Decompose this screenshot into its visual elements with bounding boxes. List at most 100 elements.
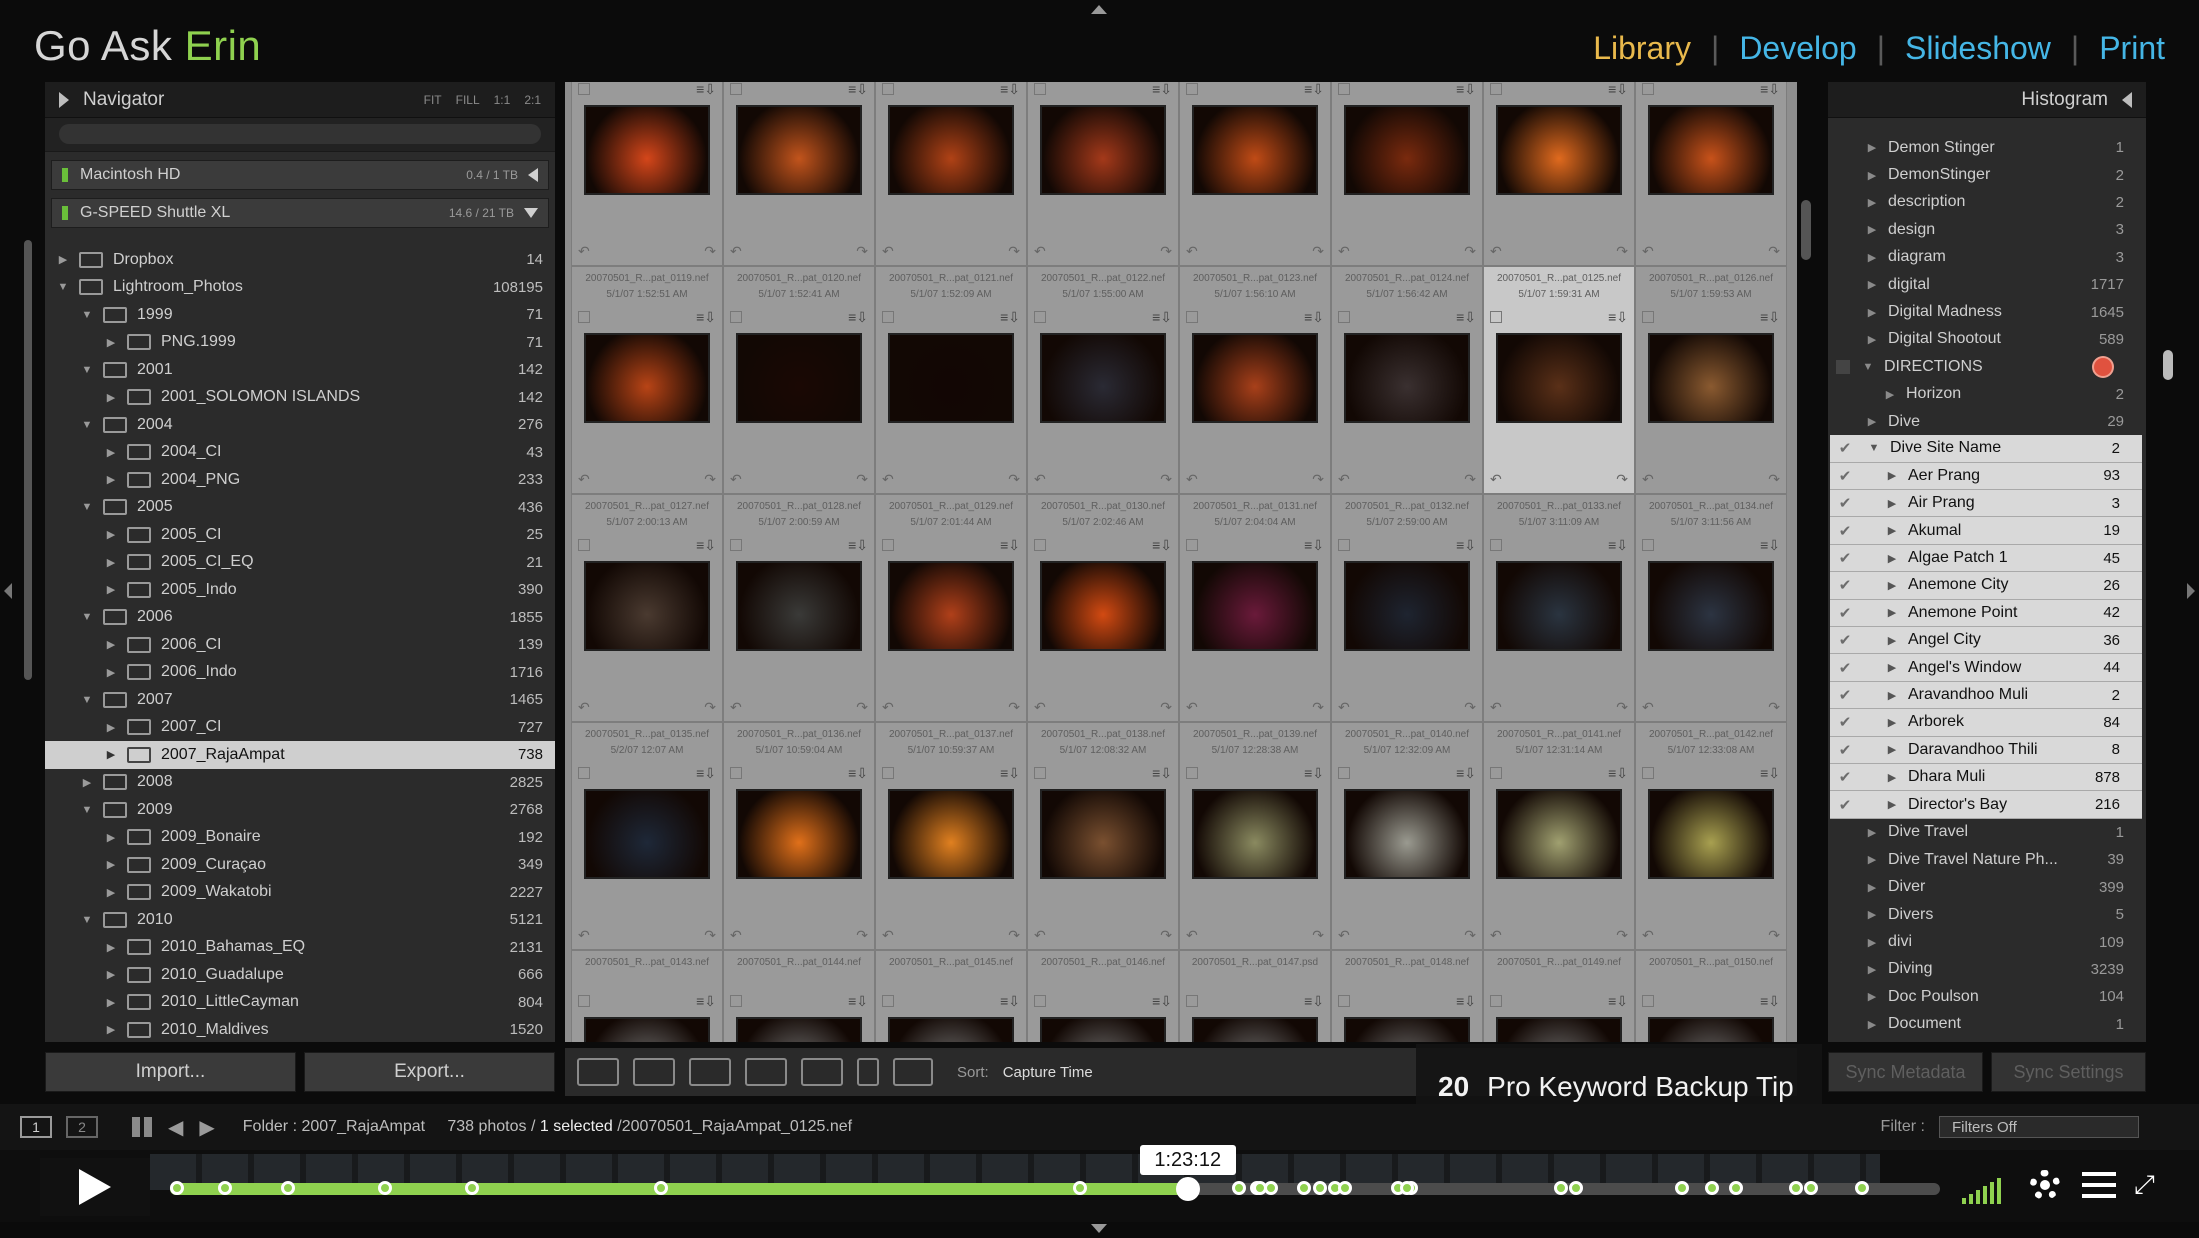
- rotate-right-icon[interactable]: ↷: [1616, 927, 1628, 943]
- photo-thumbnail[interactable]: [1496, 333, 1622, 423]
- photo-thumbnail[interactable]: [1648, 561, 1774, 651]
- flag-icon[interactable]: [1338, 767, 1350, 779]
- checkmark-icon[interactable]: ✔: [1834, 741, 1856, 759]
- module-develop[interactable]: Develop: [1739, 30, 1856, 67]
- chapter-marker[interactable]: [1569, 1181, 1584, 1195]
- keyword-row[interactable]: ▶ Diving 3239: [1828, 956, 2146, 983]
- folder-row[interactable]: ▼ 2010 5121: [45, 906, 555, 934]
- photo-thumbnail[interactable]: [1040, 1017, 1166, 1042]
- photo-thumbnail[interactable]: [1192, 789, 1318, 879]
- flag-icon[interactable]: [1490, 539, 1502, 551]
- flag-icon[interactable]: [1338, 311, 1350, 323]
- flag-icon[interactable]: [578, 539, 590, 551]
- keyword-row[interactable]: ▶ Doc Poulson 104: [1828, 983, 2146, 1010]
- photo-thumbnail[interactable]: [1648, 1017, 1774, 1042]
- metadata-badge-icon[interactable]: ≡⇩: [1152, 82, 1172, 98]
- metadata-badge-icon[interactable]: ≡⇩: [1760, 993, 1780, 1010]
- metadata-badge-icon[interactable]: ≡⇩: [1304, 309, 1324, 326]
- rotate-left-icon[interactable]: ↶: [730, 243, 742, 259]
- expand-icon[interactable]: ▶: [1864, 278, 1880, 291]
- expand-icon[interactable]: ▶: [55, 253, 71, 266]
- grid-view-icon[interactable]: [577, 1058, 619, 1086]
- checkmark-icon[interactable]: ✔: [1834, 631, 1856, 649]
- forward-arrow-icon[interactable]: ▶: [199, 1115, 214, 1140]
- expand-icon[interactable]: ▶: [1864, 141, 1880, 154]
- keyword-row[interactable]: ▶ DemonStinger 2: [1828, 161, 2146, 188]
- keyword-row[interactable]: ▶ Digital Shootout 589: [1828, 326, 2146, 353]
- flag-icon[interactable]: [1490, 995, 1502, 1007]
- flag-icon[interactable]: [578, 311, 590, 323]
- zoom-fit[interactable]: FIT: [424, 93, 442, 107]
- metadata-badge-icon[interactable]: ≡⇩: [1760, 765, 1780, 782]
- flag-icon[interactable]: [730, 539, 742, 551]
- expand-icon[interactable]: ▶: [103, 336, 119, 349]
- keyword-row[interactable]: ▶ Horizon 2: [1828, 381, 2146, 408]
- expand-icon[interactable]: ▶: [103, 583, 119, 596]
- folder-row[interactable]: ▼ 2009 2768: [45, 796, 555, 824]
- module-library[interactable]: Library: [1593, 30, 1691, 67]
- photo-cell[interactable]: 20070501_R...pat_0122.nef 5/1/07 1:55:00 …: [1027, 266, 1179, 494]
- keyword-row[interactable]: ▶ divi 109: [1828, 928, 2146, 955]
- folder-row[interactable]: ▶ 2001_SOLOMON ISLANDS 142: [45, 384, 555, 412]
- flag-icon[interactable]: [1034, 539, 1046, 551]
- expand-icon[interactable]: ▶: [1884, 469, 1900, 482]
- folder-row[interactable]: ▶ PNG.1999 71: [45, 329, 555, 357]
- metadata-badge-icon[interactable]: ≡⇩: [696, 309, 716, 326]
- folder-row[interactable]: ▼ 2006 1855: [45, 604, 555, 632]
- chapter-marker[interactable]: [1263, 1181, 1278, 1195]
- keyword-row[interactable]: ✔ ▶ Angel's Window 44: [1830, 654, 2142, 682]
- histogram-header[interactable]: Histogram: [1828, 82, 2146, 118]
- rotate-right-icon[interactable]: ↷: [856, 471, 868, 487]
- expand-icon[interactable]: ▶: [1864, 169, 1880, 182]
- metadata-badge-icon[interactable]: ≡⇩: [848, 765, 868, 782]
- metadata-badge-icon[interactable]: ≡⇩: [1000, 309, 1020, 326]
- expand-icon[interactable]: ▶: [103, 638, 119, 651]
- chapter-marker[interactable]: [1072, 1181, 1087, 1195]
- photo-thumbnail[interactable]: [1040, 333, 1166, 423]
- sync-metadata-button[interactable]: Sync Metadata: [1828, 1052, 1983, 1092]
- photo-thumbnail[interactable]: [1040, 561, 1166, 651]
- rotate-right-icon[interactable]: ↷: [1768, 243, 1780, 259]
- expand-icon[interactable]: ▶: [1864, 251, 1880, 264]
- flag-icon[interactable]: [1034, 995, 1046, 1007]
- folder-row[interactable]: ▶ 2008 2825: [45, 769, 555, 797]
- folder-row[interactable]: ▶ 2007_CI 727: [45, 714, 555, 742]
- rotate-left-icon[interactable]: ↶: [1034, 471, 1046, 487]
- photo-thumbnail[interactable]: [1344, 333, 1470, 423]
- progress-bar[interactable]: 1:23:12: [170, 1145, 1940, 1201]
- flag-icon[interactable]: [1642, 539, 1654, 551]
- folder-row[interactable]: ▶ 2006_Indo 1716: [45, 659, 555, 687]
- photo-thumbnail[interactable]: [1040, 105, 1166, 195]
- flag-icon[interactable]: [1034, 83, 1046, 95]
- photo-thumbnail[interactable]: [1648, 333, 1774, 423]
- expand-icon[interactable]: ▶: [103, 528, 119, 541]
- photo-cell[interactable]: 20070501_R...pat_0149.nef≡⇩↶↷: [1483, 950, 1635, 1042]
- photo-cell[interactable]: 20070501_R...pat_0123.nef 5/1/07 1:56:10 …: [1179, 266, 1331, 494]
- photo-thumbnail[interactable]: [1344, 561, 1470, 651]
- rotate-left-icon[interactable]: ↶: [882, 243, 894, 259]
- photo-cell[interactable]: 5/1/07 1:50:48 AM≡⇩↶↷: [1027, 82, 1179, 266]
- rotate-right-icon[interactable]: ↷: [856, 927, 868, 943]
- zoom-2-1[interactable]: 2:1: [524, 93, 541, 107]
- rotate-left-icon[interactable]: ↶: [578, 699, 590, 715]
- rotate-right-icon[interactable]: ↷: [704, 471, 716, 487]
- expand-icon[interactable]: ▶: [103, 748, 119, 761]
- checkmark-icon[interactable]: ✔: [1834, 604, 1856, 622]
- chapter-marker[interactable]: [1728, 1181, 1743, 1195]
- metadata-badge-icon[interactable]: ≡⇩: [1760, 309, 1780, 326]
- metadata-badge-icon[interactable]: ≡⇩: [1000, 765, 1020, 782]
- photo-thumbnail[interactable]: [736, 561, 862, 651]
- expand-icon[interactable]: ▶: [1884, 743, 1900, 756]
- chapter-marker[interactable]: [1338, 1181, 1353, 1195]
- metadata-badge-icon[interactable]: ≡⇩: [848, 82, 868, 98]
- collapse-icon[interactable]: ▼: [79, 611, 95, 623]
- expand-icon[interactable]: ▶: [103, 391, 119, 404]
- chapter-marker[interactable]: [1554, 1181, 1569, 1195]
- expand-icon[interactable]: ▶: [1864, 826, 1880, 839]
- rotate-right-icon[interactable]: ↷: [1160, 243, 1172, 259]
- rotate-left-icon[interactable]: ↶: [882, 471, 894, 487]
- rotate-left-icon[interactable]: ↶: [578, 471, 590, 487]
- expand-icon[interactable]: ▶: [103, 446, 119, 459]
- expand-icon[interactable]: ▶: [103, 858, 119, 871]
- collapse-icon[interactable]: ▼: [79, 364, 95, 376]
